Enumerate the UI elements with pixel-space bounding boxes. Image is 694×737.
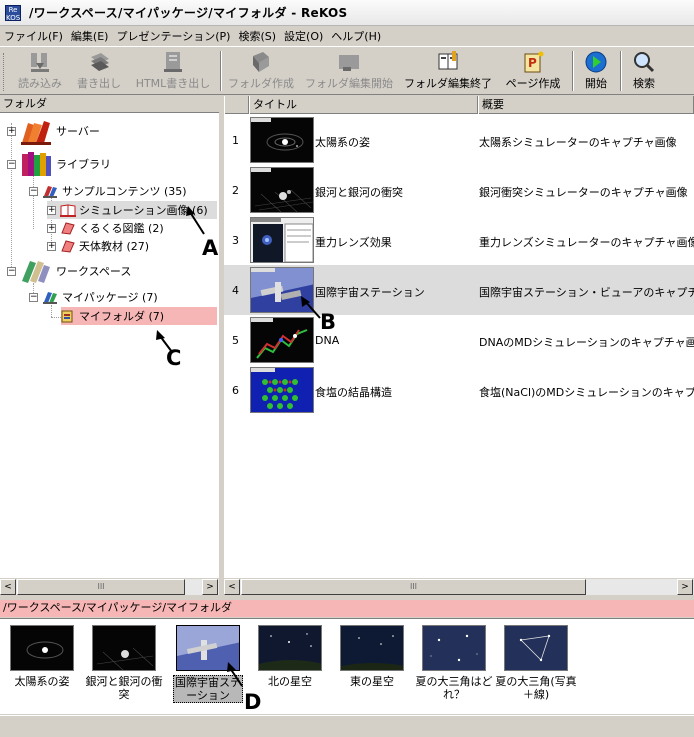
rekos-window: Re KOS /ワークスペース/マイパッケージ/マイフォルダ - ReKOS ファ… [0,0,694,737]
callout-arrows [156,206,321,687]
callout-label-c: C [166,346,182,370]
callout-label-a: A [202,236,219,260]
callout-label-b: B [320,310,337,334]
callout-label-d: D [244,690,262,714]
